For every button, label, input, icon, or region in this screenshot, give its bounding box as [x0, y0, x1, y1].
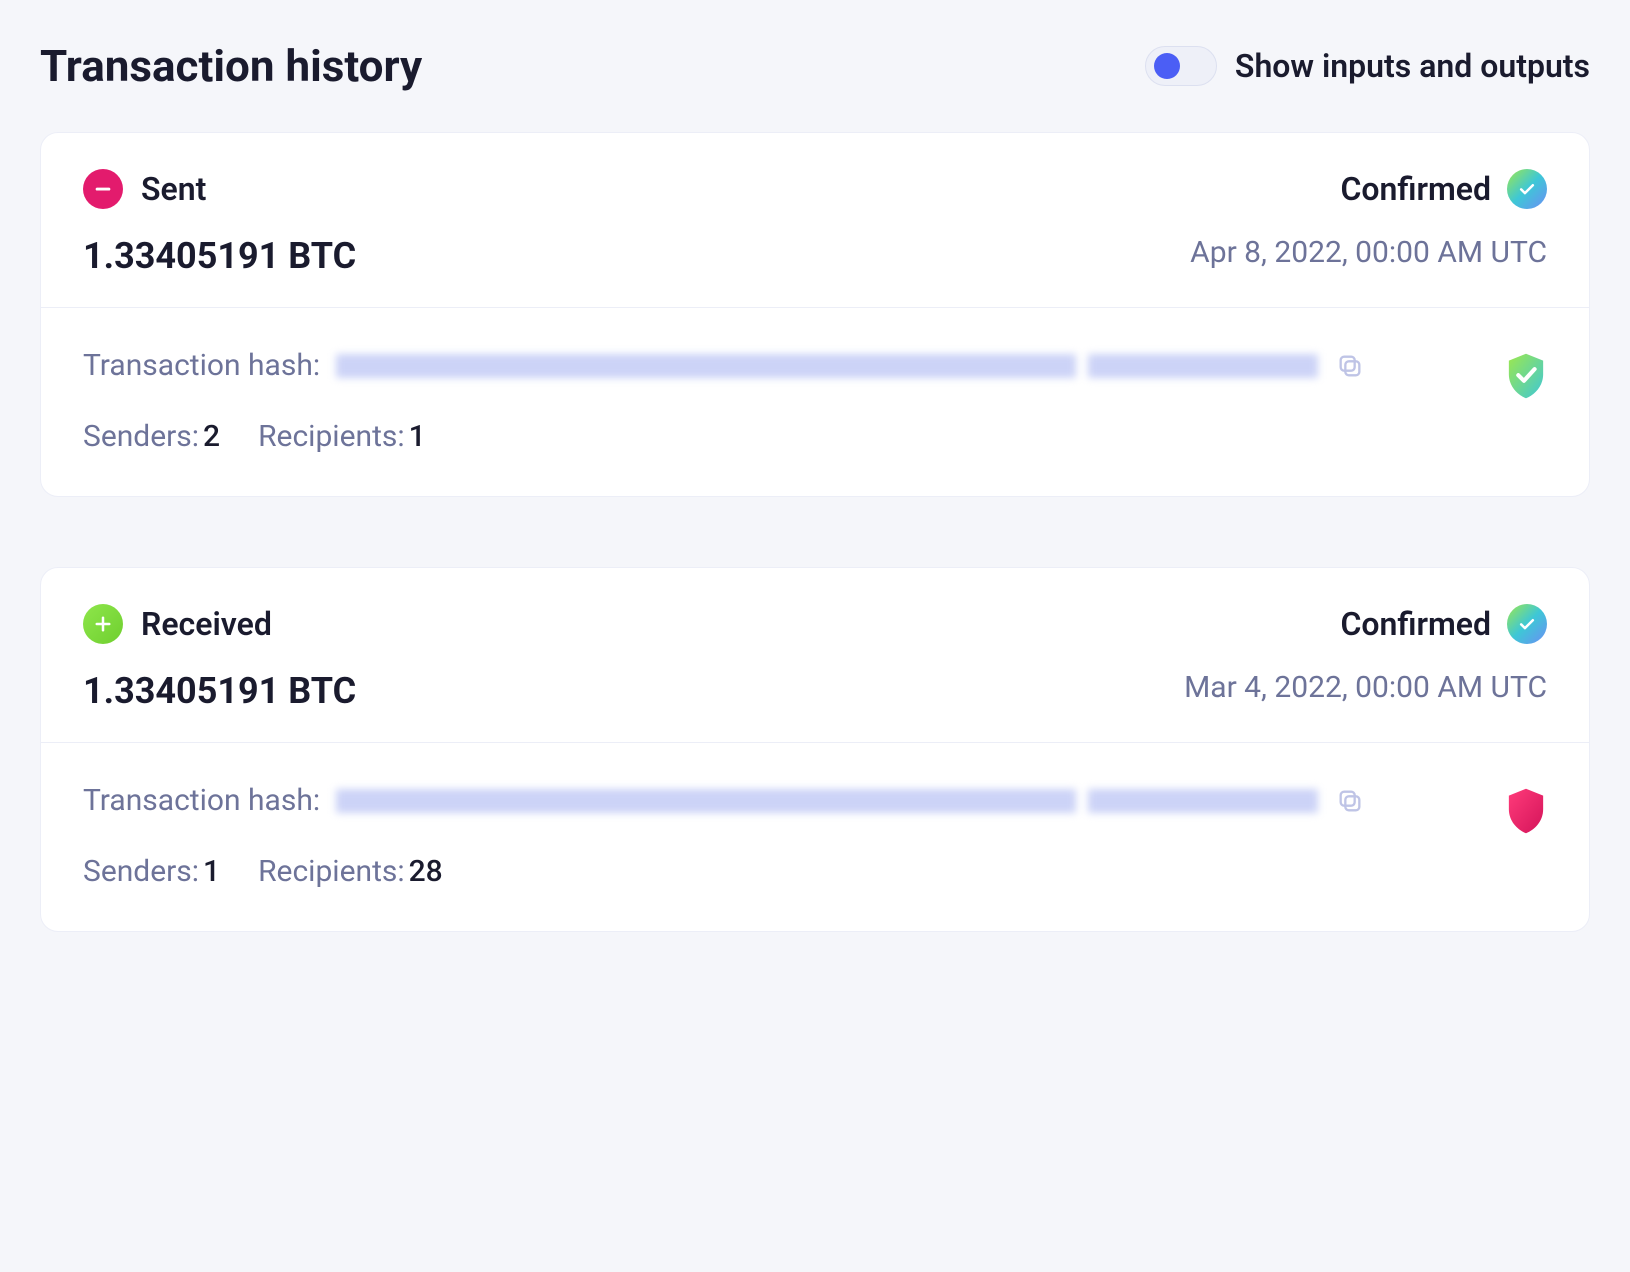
transaction-amount: 1.33405191 BTC: [83, 235, 356, 277]
recipients-count: 28: [409, 854, 443, 889]
hash-label: Transaction hash:: [83, 783, 320, 818]
shield-icon: [1505, 352, 1547, 400]
transaction-date: Apr 8, 2022, 00:00 AM UTC: [1190, 235, 1547, 270]
plus-icon: [83, 604, 123, 644]
page-title: Transaction history: [40, 40, 422, 92]
hash-redacted: [1088, 354, 1318, 378]
transaction-card: Received 1.33405191 BTC Confirmed Mar 4,…: [40, 567, 1590, 932]
copy-hash-button[interactable]: [1334, 350, 1366, 382]
status-text: Confirmed: [1340, 605, 1491, 643]
transaction-card: Sent 1.33405191 BTC Confirmed Apr 8, 202…: [40, 132, 1590, 497]
counts-row: Senders: 1 Recipients: 28: [83, 854, 1475, 889]
hash-row: Transaction hash:: [83, 348, 1475, 383]
transaction-amount: 1.33405191 BTC: [83, 670, 356, 712]
hash-redacted: [336, 354, 1076, 378]
hash-row: Transaction hash:: [83, 783, 1475, 818]
hash-redacted: [336, 789, 1076, 813]
senders-label: Senders:: [83, 854, 199, 889]
transaction-summary: Received 1.33405191 BTC Confirmed Mar 4,…: [41, 568, 1589, 743]
transaction-date: Mar 4, 2022, 00:00 AM UTC: [1184, 670, 1547, 705]
recipients-label: Recipients:: [258, 854, 405, 889]
transaction-details: Transaction hash: Senders: 1 Recipients:…: [41, 743, 1589, 931]
senders-count: 2: [203, 419, 220, 454]
copy-hash-button[interactable]: [1334, 785, 1366, 817]
senders-count: 1: [203, 854, 220, 889]
transaction-summary: Sent 1.33405191 BTC Confirmed Apr 8, 202…: [41, 133, 1589, 308]
hash-redacted: [1088, 789, 1318, 813]
shield-icon: [1505, 787, 1547, 835]
recipients-label: Recipients:: [258, 419, 405, 454]
page-header: Transaction history Show inputs and outp…: [40, 40, 1590, 92]
counts-row: Senders: 2 Recipients: 1: [83, 419, 1475, 454]
check-circle-icon: [1507, 604, 1547, 644]
transaction-type: Received: [141, 605, 272, 643]
transaction-details: Transaction hash: Senders: 2 Recipients:…: [41, 308, 1589, 496]
minus-icon: [83, 169, 123, 209]
check-circle-icon: [1507, 169, 1547, 209]
hash-label: Transaction hash:: [83, 348, 320, 383]
recipients-count: 1: [409, 419, 426, 454]
toggle-label: Show inputs and outputs: [1235, 47, 1590, 85]
toggle-inputs-outputs[interactable]: [1145, 46, 1217, 86]
transaction-type: Sent: [141, 170, 206, 208]
toggle-inputs-outputs-group: Show inputs and outputs: [1145, 46, 1590, 86]
status-text: Confirmed: [1340, 170, 1491, 208]
toggle-knob: [1154, 53, 1180, 79]
senders-label: Senders:: [83, 419, 199, 454]
